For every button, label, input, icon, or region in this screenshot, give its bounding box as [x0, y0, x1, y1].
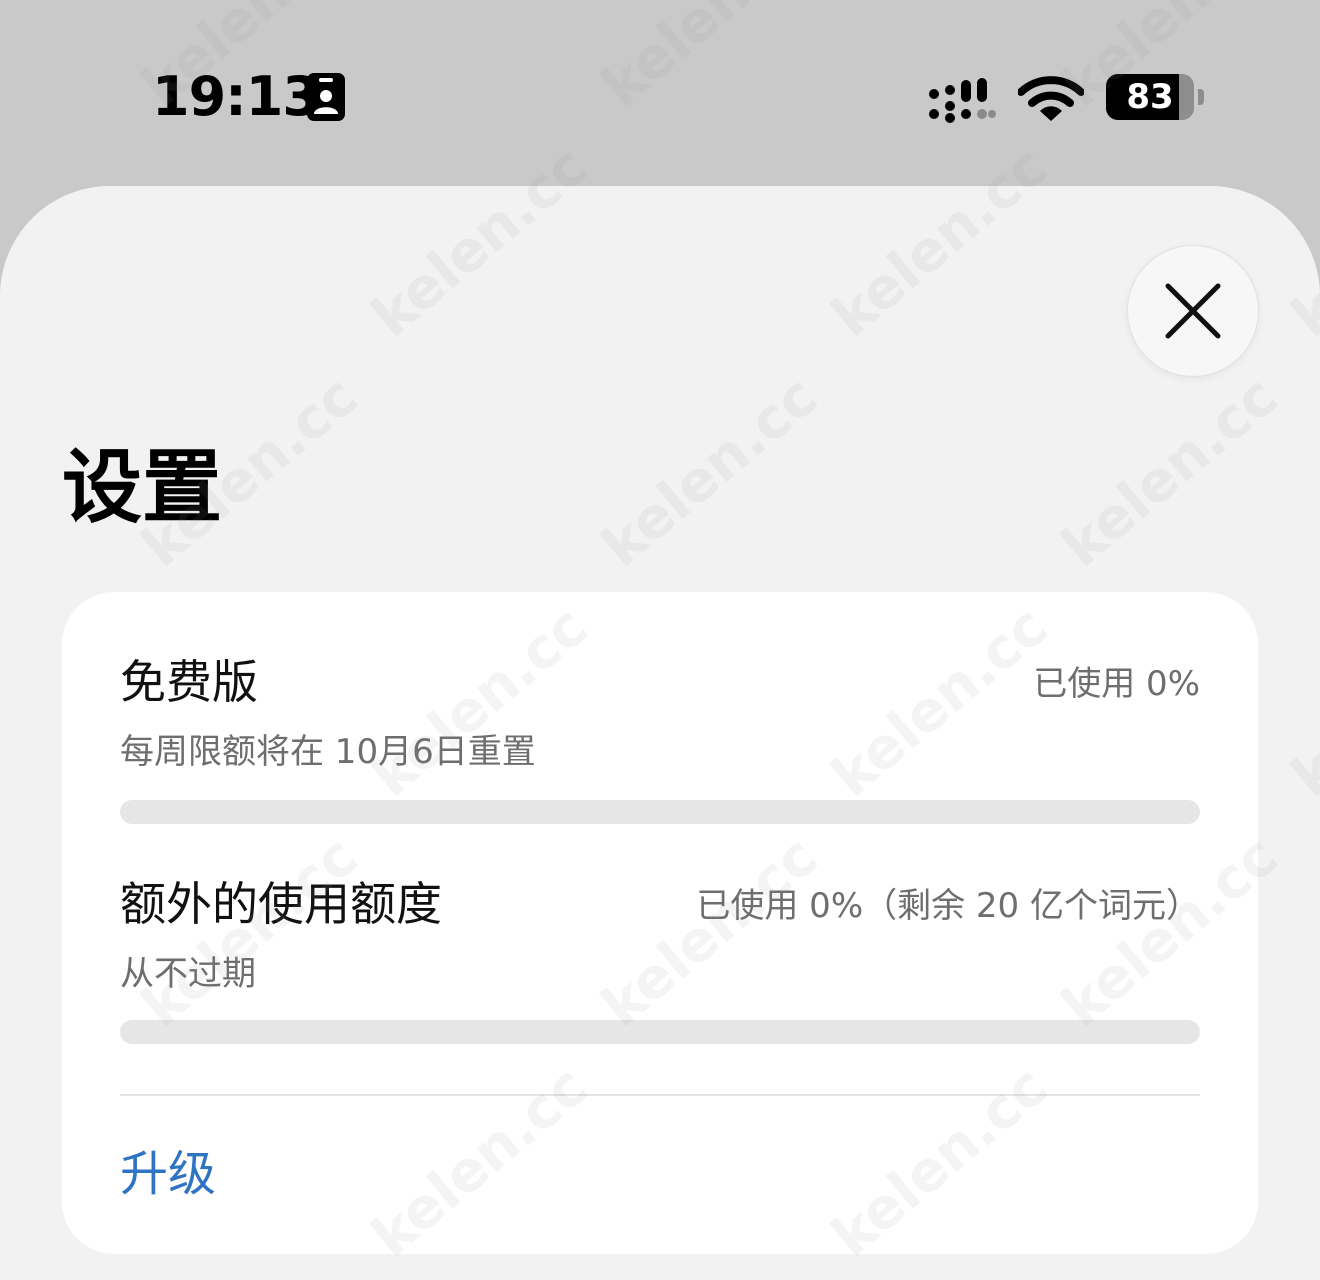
battery-cap: [1198, 89, 1204, 105]
close-button[interactable]: [1127, 245, 1259, 377]
battery-percent: 83: [1126, 77, 1174, 117]
divider: [120, 1094, 1200, 1096]
plan-reset-note: 每周限额将在 10月6日重置: [120, 732, 536, 772]
extra-usage-value: 已使用 0%（剩余 20 亿个词元）: [696, 886, 1200, 926]
extra-expiry-note: 从不过期: [120, 954, 256, 994]
status-bar: 19:13 83: [0, 0, 1320, 185]
extra-usage-name: 额外的使用额度: [120, 877, 442, 931]
id-badge-icon: [307, 73, 345, 121]
usage-card: 免费版 已使用 0% 每周限额将在 10月6日重置 额外的使用额度 已使用 0%…: [62, 592, 1258, 1254]
plan-name: 免费版: [120, 655, 258, 709]
plan-usage: 已使用 0%: [1033, 664, 1200, 704]
wifi-icon: [1018, 76, 1084, 121]
close-icon: [1165, 283, 1221, 339]
upgrade-button[interactable]: 升级: [120, 1144, 216, 1204]
page-title: 设置: [62, 441, 222, 534]
cellular-signal-icon: [929, 78, 996, 123]
status-time: 19:13: [152, 65, 320, 128]
extra-progress-bar: [120, 1020, 1200, 1044]
plan-progress-bar: [120, 800, 1200, 824]
battery-body: 83: [1106, 74, 1194, 120]
battery-indicator: 83: [1106, 74, 1206, 122]
